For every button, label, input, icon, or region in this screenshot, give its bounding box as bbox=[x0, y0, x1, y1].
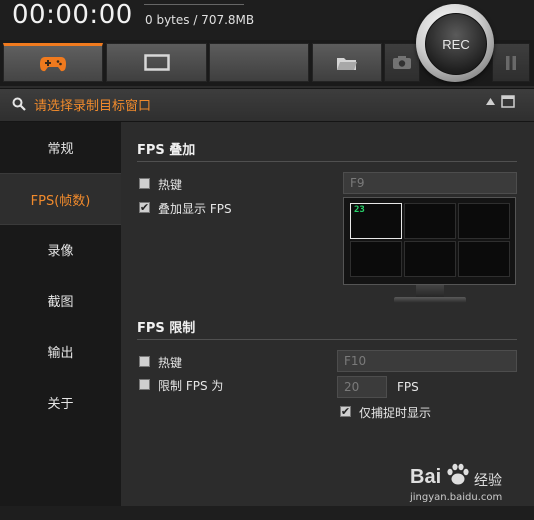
overlay-position-top-left[interactable]: 23 bbox=[350, 203, 402, 239]
sidebar-item-label: FPS(帧数) bbox=[30, 193, 91, 209]
overlay-position-top-right[interactable] bbox=[458, 203, 510, 239]
file-size-status: 0 bytes / 707.8MB bbox=[145, 13, 255, 27]
check-icon: ✔ bbox=[340, 405, 351, 418]
window-icon[interactable] bbox=[501, 95, 515, 108]
show-fps-overlay-label: 叠加显示 FPS bbox=[158, 202, 232, 216]
size-divider bbox=[144, 4, 244, 5]
sidebar-item-screenshot[interactable]: 截图 bbox=[0, 275, 121, 325]
fps-limit-hotkey-field[interactable]: F10 bbox=[337, 350, 517, 372]
check-icon: ✔ bbox=[139, 201, 150, 214]
fps-overlay-hotkey-field[interactable]: F9 bbox=[343, 172, 517, 194]
sidebar-item-label: 录像 bbox=[47, 243, 74, 259]
sidebar-item-fps[interactable]: FPS(帧数) bbox=[0, 173, 121, 225]
fps-overlay-hotkey-checkbox[interactable] bbox=[139, 178, 150, 189]
paw-icon bbox=[447, 463, 469, 485]
limit-fps-checkbox[interactable] bbox=[139, 379, 150, 390]
caret-up-icon[interactable] bbox=[486, 98, 495, 105]
sidebar-item-about[interactable]: 关于 bbox=[0, 377, 121, 427]
show-only-when-capturing-label: 仅捕捉时显示 bbox=[359, 406, 432, 420]
section-divider bbox=[137, 161, 517, 162]
limit-fps-label: 限制 FPS 为 bbox=[158, 379, 224, 393]
gamepad-icon bbox=[40, 56, 66, 71]
fps-limit-title: FPS 限制 bbox=[137, 321, 196, 336]
fps-limit-hotkey-checkbox[interactable] bbox=[139, 356, 150, 367]
monitor-base bbox=[394, 297, 466, 303]
tab-folder[interactable] bbox=[312, 43, 382, 82]
fps-limit-hotkey-label: 热键 bbox=[158, 356, 183, 370]
show-only-when-capturing-checkbox[interactable]: ✔ bbox=[340, 406, 351, 417]
sidebar-item-label: 常规 bbox=[47, 141, 74, 157]
show-fps-overlay-checkbox[interactable]: ✔ bbox=[139, 202, 150, 213]
fps-unit-label: FPS bbox=[397, 380, 419, 394]
sidebar-item-general[interactable]: 常规 bbox=[0, 122, 121, 172]
tab-screenshot[interactable] bbox=[384, 43, 420, 82]
sidebar-item-output[interactable]: 输出 bbox=[0, 326, 121, 376]
fps-overlay-title: FPS 叠加 bbox=[137, 143, 196, 158]
overlay-position-bottom-left[interactable] bbox=[350, 241, 402, 277]
overlay-position-top-center[interactable] bbox=[404, 203, 456, 239]
search-icon bbox=[12, 97, 26, 111]
record-button[interactable]: REC bbox=[425, 13, 487, 75]
camera-icon bbox=[393, 56, 411, 69]
overlay-position-bottom-right[interactable] bbox=[458, 241, 510, 277]
sidebar-item-label: 截图 bbox=[47, 294, 74, 310]
watermark-url: jingyan.baidu.com bbox=[410, 492, 503, 503]
fps-overlay-hotkey-label: 热键 bbox=[158, 178, 183, 192]
window-bottom-edge bbox=[0, 506, 534, 520]
pause-icon bbox=[506, 55, 516, 70]
section-divider bbox=[137, 339, 517, 340]
preview-fps-counter: 23 bbox=[354, 205, 365, 215]
target-window-text: 请选择录制目标窗口 bbox=[34, 99, 152, 114]
tab-games[interactable] bbox=[3, 43, 103, 82]
overlay-position-bottom-center[interactable] bbox=[404, 241, 456, 277]
sidebar-item-label: 输出 bbox=[47, 345, 74, 361]
tab-screen[interactable] bbox=[106, 43, 207, 82]
monitor-icon bbox=[143, 53, 170, 71]
fps-limit-value-field[interactable]: 20 bbox=[337, 376, 387, 398]
record-button-label: REC bbox=[442, 36, 470, 52]
sidebar-item-video[interactable]: 录像 bbox=[0, 224, 121, 274]
folder-icon bbox=[337, 57, 357, 70]
tab-pause[interactable] bbox=[492, 43, 530, 82]
watermark-brand: Bai bbox=[410, 466, 442, 488]
tab-blank[interactable] bbox=[209, 43, 309, 82]
sidebar-item-label: 关于 bbox=[47, 396, 74, 412]
watermark-brand-suffix: 经验 bbox=[474, 473, 502, 489]
record-timer: 00:00:00 bbox=[12, 0, 133, 30]
